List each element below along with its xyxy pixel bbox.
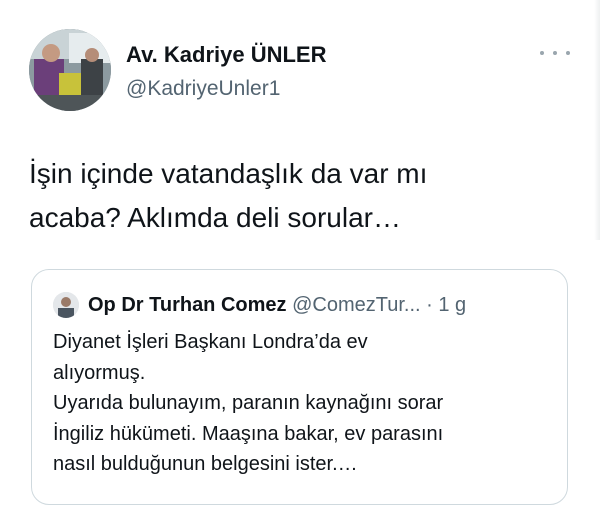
tweet-text: İşin içinde vatandaşlık da var mı acaba?… (29, 152, 569, 240)
author-name[interactable]: Av. Kadriye ÜNLER (126, 42, 327, 68)
author-avatar[interactable] (29, 29, 111, 111)
author-handle[interactable]: @KadriyeUnler1 (126, 77, 280, 101)
quoted-text-line: alıyormuş. (53, 361, 146, 384)
tweet-text-line: acaba? Aklımda deli sorular… (29, 202, 401, 233)
separator-dot: · (426, 294, 433, 316)
quoted-author-name[interactable]: Op Dr Turhan Comez (88, 294, 287, 316)
quoted-tweet-text: Diyanet İşleri Başkanı Londra’da ev alıy… (53, 327, 553, 480)
dot (553, 51, 557, 55)
quoted-tweet-time[interactable]: 1 g (438, 294, 466, 316)
quoted-tweet-header: Op Dr Turhan Comez @ComezTur... · 1 g (88, 292, 466, 318)
dot (540, 51, 544, 55)
more-horizontal-icon[interactable] (540, 46, 570, 60)
tweet-card: Av. Kadriye ÜNLER @KadriyeUnler1 İşin iç… (0, 0, 600, 521)
tweet-text-line: İşin içinde vatandaşlık da var mı (29, 158, 428, 189)
quoted-author-handle[interactable]: @ComezTur... (292, 294, 420, 316)
quoted-author-avatar[interactable] (53, 292, 79, 318)
screen-edge (594, 0, 600, 240)
quoted-text-line: Uyarıda bulunayım, paranın kaynağını sor… (53, 392, 444, 414)
quoted-tweet[interactable]: Op Dr Turhan Comez @ComezTur... · 1 g Di… (31, 269, 568, 505)
quoted-text-line: İngiliz hükümeti. Maaşına bakar, ev para… (53, 422, 444, 445)
dot (566, 51, 570, 55)
quoted-text-line: Diyanet İşleri Başkanı Londra’da ev (53, 331, 368, 353)
quoted-text-line: nasıl bulduğunun belgesini ister.… (53, 453, 358, 475)
